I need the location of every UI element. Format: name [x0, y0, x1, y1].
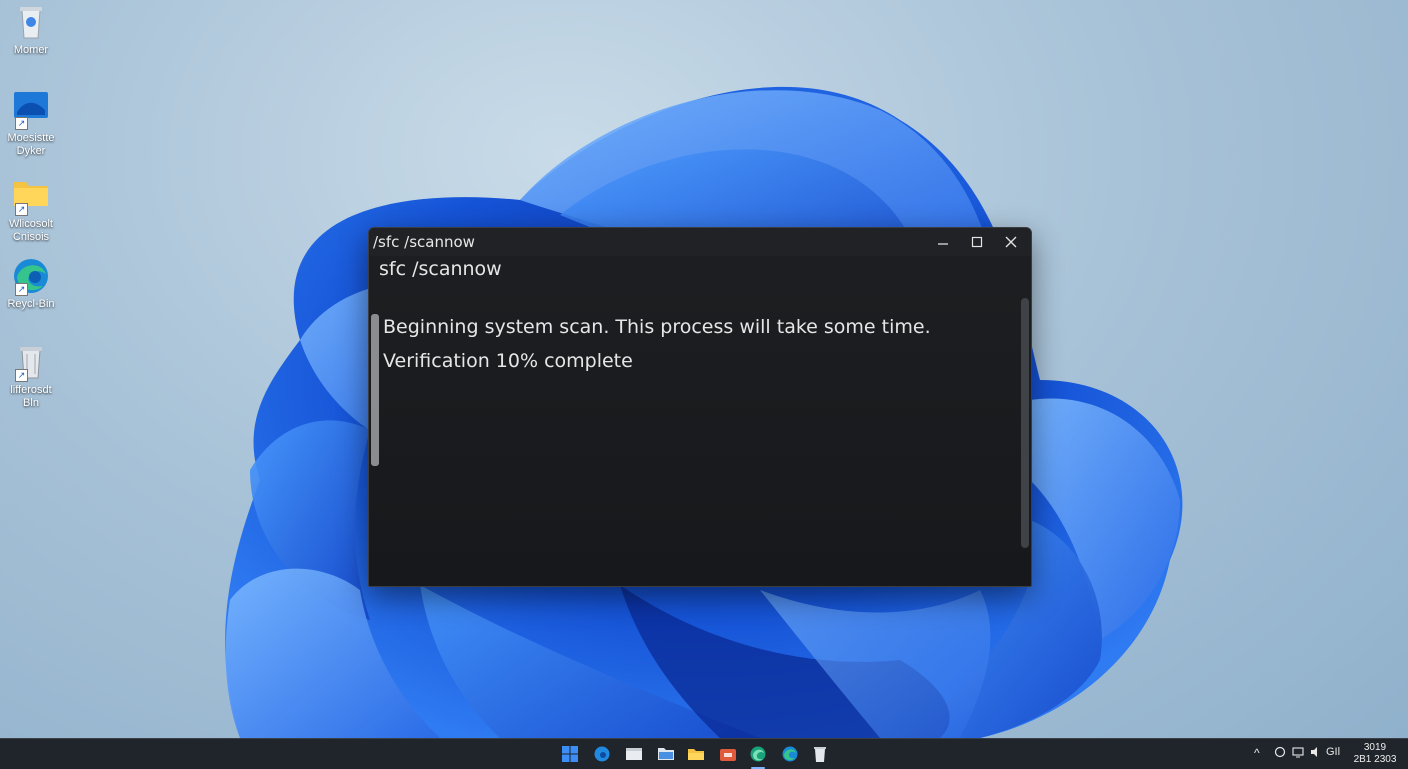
file-explorer-button[interactable]: [624, 744, 644, 764]
store-button[interactable]: [718, 744, 738, 764]
clock-date: 2B1 2303: [1353, 754, 1397, 765]
shortcut-arrow-icon: ↗: [15, 283, 28, 296]
edge-icon: ↗: [11, 256, 51, 296]
shortcut-arrow-icon: ↗: [15, 369, 28, 382]
chat-icon[interactable]: [1274, 746, 1286, 761]
display-icon[interactable]: [1292, 746, 1304, 761]
desktop-icon-microsoft-cnisois[interactable]: ↗ Wlicosolt Cnisois: [2, 176, 60, 244]
terminal-content[interactable]: sfc /scannow Beginning system scan. This…: [369, 256, 1031, 586]
close-button[interactable]: [993, 228, 1029, 256]
folder-icon: ↗: [11, 176, 51, 216]
minimize-button[interactable]: [925, 228, 961, 256]
file-explorer-icon: [626, 748, 642, 760]
windows-monitor-icon: ↗: [11, 90, 51, 130]
edge-beta-icon: [750, 746, 766, 762]
file-manager-button[interactable]: [686, 744, 706, 764]
desktop-icon-label: Wlicosolt Cnisois: [8, 218, 53, 243]
scrollbar[interactable]: [1021, 298, 1029, 548]
command-line: sfc /scannow: [379, 258, 502, 280]
terminal-taskbar-button[interactable]: [748, 744, 768, 769]
desktop-icon-label: Moesistte Dyker: [7, 132, 55, 157]
desktop-icon-moesistte-dyker[interactable]: ↗ Moesistte Dyker: [2, 90, 60, 158]
edge-icon: [782, 746, 798, 762]
desktop-icon-momer[interactable]: Momer: [2, 2, 60, 57]
cursor-bar: [371, 314, 379, 466]
shortcut-arrow-icon: ↗: [15, 117, 28, 130]
recycle-bin-icon: [11, 2, 51, 42]
desktop-icon-label: lifferosdt Bln: [10, 384, 52, 409]
maximize-button[interactable]: [959, 228, 995, 256]
desktop-icon-label: Momer: [13, 44, 49, 56]
folder-icon: [658, 748, 674, 760]
folder-button[interactable]: [656, 744, 676, 764]
store-icon: [720, 749, 736, 761]
tray-chevron-icon[interactable]: ^: [1254, 746, 1260, 760]
desktop-icon-recycle-bin[interactable]: ↗ Reycl-Bin: [2, 256, 60, 311]
window-titlebar[interactable]: /sfc /scannow: [369, 228, 1031, 256]
output-line: Beginning system scan. This process will…: [383, 316, 931, 338]
terminal-window[interactable]: /sfc /scannow sfc /scannow Beginning sys…: [368, 227, 1032, 587]
output-line: Verification 10% complete: [383, 350, 633, 372]
edge-button[interactable]: [780, 744, 800, 764]
edge-icon: [594, 746, 610, 762]
maximize-icon: [971, 236, 983, 248]
desktop-icon-label: Reycl-Bin: [7, 298, 55, 310]
clock-time: 3019: [1363, 742, 1387, 753]
start-icon: [562, 746, 578, 762]
minimize-icon: [938, 243, 948, 245]
shortcut-arrow-icon: ↗: [15, 203, 28, 216]
language-indicator[interactable]: GIl: [1326, 746, 1340, 758]
desktop-icon-lifferosdt-bln[interactable]: ↗ lifferosdt Bln: [2, 342, 60, 410]
recycle-bin-button[interactable]: [810, 744, 830, 764]
volume-icon[interactable]: [1310, 746, 1322, 761]
search-button[interactable]: [592, 744, 612, 764]
close-icon: [1005, 236, 1017, 248]
taskbar: ^ GIl 3019 2B1 2303: [0, 738, 1408, 769]
start-button[interactable]: [560, 744, 580, 764]
window-title: /sfc /scannow: [373, 233, 475, 251]
file-manager-icon: [688, 749, 704, 760]
recycle-bin-icon: [814, 747, 826, 762]
taskbar-clock[interactable]: 3019 2B1 2303: [1352, 742, 1398, 766]
recycle-bin-icon: ↗: [11, 342, 51, 382]
